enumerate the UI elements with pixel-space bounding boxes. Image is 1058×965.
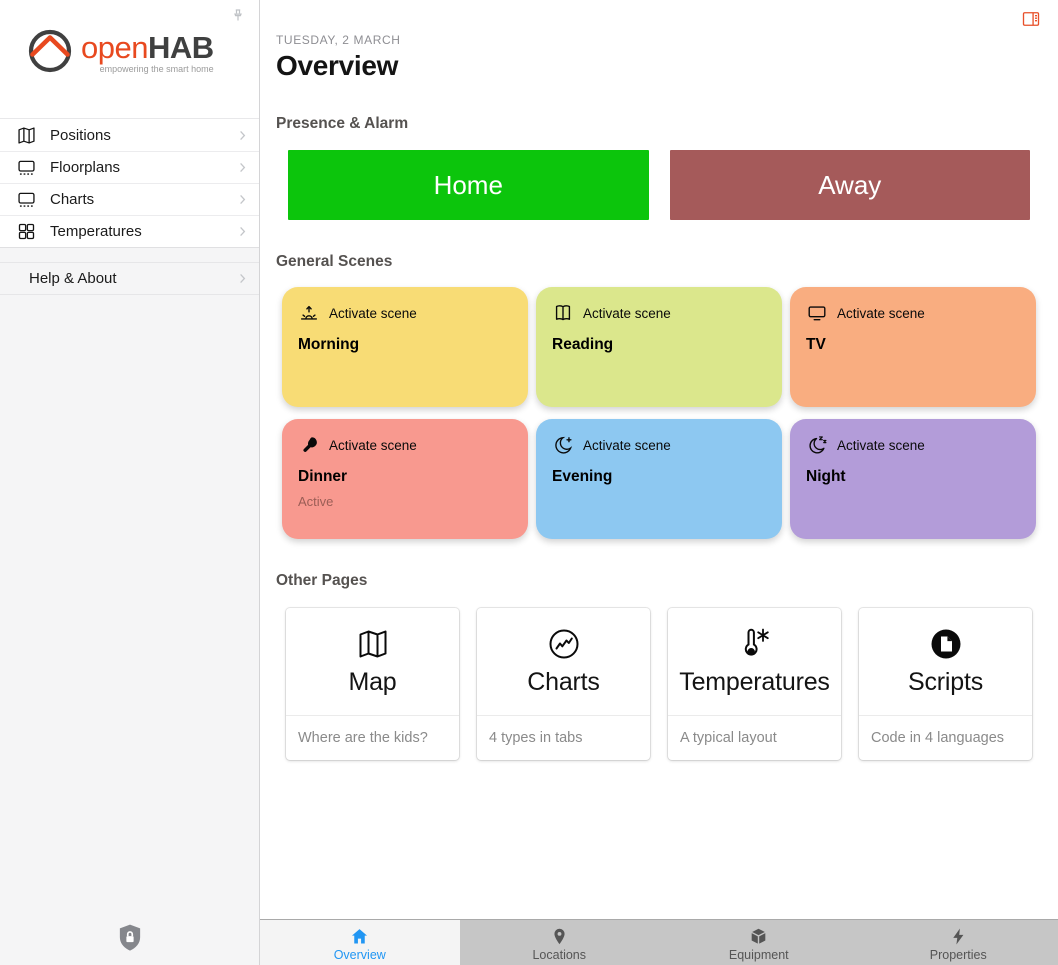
brand-name: openHAB xyxy=(81,30,214,65)
scene-name: Evening xyxy=(552,468,766,486)
chevron-right-icon xyxy=(236,161,249,174)
display-icon xyxy=(16,189,37,210)
page-card-subtitle: Code in 4 languages xyxy=(859,716,1032,760)
page-card-map[interactable]: Map Where are the kids? xyxy=(286,608,459,760)
tab-label: Equipment xyxy=(729,948,789,962)
section-title-scenes: General Scenes xyxy=(276,253,1042,271)
logo-block: openHAB empowering the smart home xyxy=(0,0,259,118)
sidebar-item-positions[interactable]: Positions xyxy=(0,119,259,151)
tab-equipment[interactable]: Equipment xyxy=(659,920,859,965)
tab-overview[interactable]: Overview xyxy=(260,920,460,965)
tab-label: Overview xyxy=(334,948,386,962)
page-title: Overview xyxy=(276,50,1042,82)
page-card-scripts[interactable]: Scripts Code in 4 languages xyxy=(859,608,1032,760)
scene-action-label: Activate scene xyxy=(583,306,671,321)
page-card-title: Map xyxy=(348,668,396,697)
chevron-right-icon xyxy=(236,272,249,285)
page-card-subtitle: A typical layout xyxy=(668,716,841,760)
page-card-title: Temperatures xyxy=(679,668,829,697)
scene-card-morning[interactable]: Activate scene Morning xyxy=(282,287,528,407)
tab-properties[interactable]: Properties xyxy=(859,920,1058,965)
scene-card-tv[interactable]: Activate scene TV xyxy=(790,287,1036,407)
home-button[interactable]: Home xyxy=(288,150,649,220)
header-date: TUESDAY, 2 MARCH xyxy=(276,33,1042,47)
page-card-subtitle: Where are the kids? xyxy=(286,716,459,760)
sidebar-item-label: Help & About xyxy=(29,270,236,287)
openhab-logo: openHAB empowering the smart home xyxy=(0,0,259,79)
presence-button-row: Home Away xyxy=(288,150,1030,220)
scene-status: Active xyxy=(298,494,512,509)
logo-text: openHAB empowering the smart home xyxy=(81,32,214,74)
section-title-other-pages: Other Pages xyxy=(276,572,1042,590)
moon-stars-icon xyxy=(552,434,574,456)
moon-zzz-icon xyxy=(806,434,828,456)
display-icon xyxy=(16,157,37,178)
chevron-right-icon xyxy=(236,129,249,142)
scene-action-label: Activate scene xyxy=(329,306,417,321)
chevron-right-icon xyxy=(236,193,249,206)
scene-name: Dinner xyxy=(298,468,512,486)
sidebar-item-floorplans[interactable]: Floorplans xyxy=(0,151,259,183)
tv-icon xyxy=(806,302,828,324)
sidebar-item-help-about[interactable]: ? Help & About xyxy=(0,262,259,295)
scene-name: Morning xyxy=(298,336,512,354)
scene-name: Night xyxy=(806,468,1020,486)
page-card-title: Scripts xyxy=(908,668,983,697)
right-panel-toggle-icon[interactable] xyxy=(1021,9,1041,26)
chevron-right-icon xyxy=(236,225,249,238)
brand-tagline: empowering the smart home xyxy=(81,64,214,74)
drumstick-icon xyxy=(298,434,320,456)
main-area: TUESDAY, 2 MARCH Overview Presence & Ala… xyxy=(260,0,1058,965)
sidebar-item-charts[interactable]: Charts xyxy=(0,183,259,215)
map-icon xyxy=(16,125,37,146)
away-button[interactable]: Away xyxy=(670,150,1031,220)
chart-circle-icon xyxy=(546,626,582,662)
tab-label: Locations xyxy=(532,948,586,962)
sidebar-menu: Positions Floorplans Charts xyxy=(0,118,259,248)
scene-action-label: Activate scene xyxy=(583,438,671,453)
scene-card-dinner[interactable]: Activate scene Dinner Active xyxy=(282,419,528,539)
page-card-charts[interactable]: Charts 4 types in tabs xyxy=(477,608,650,760)
scene-card-evening[interactable]: Activate scene Evening xyxy=(536,419,782,539)
doc-circle-icon xyxy=(928,626,964,662)
page-card-title: Charts xyxy=(527,668,599,697)
tab-label: Properties xyxy=(930,948,987,962)
sunrise-icon xyxy=(298,302,320,324)
scene-name: Reading xyxy=(552,336,766,354)
shield-lock-icon xyxy=(114,921,146,955)
tab-locations[interactable]: Locations xyxy=(460,920,660,965)
admin-lock[interactable] xyxy=(0,921,259,955)
sidebar-item-label: Positions xyxy=(50,127,236,144)
scene-card-reading[interactable]: Activate scene Reading xyxy=(536,287,782,407)
scene-card-night[interactable]: Activate scene Night xyxy=(790,419,1036,539)
map-icon xyxy=(355,626,391,662)
page-content: TUESDAY, 2 MARCH Overview Presence & Ala… xyxy=(260,0,1058,919)
page-card-temperatures[interactable]: Temperatures A typical layout xyxy=(668,608,841,760)
bottom-tab-bar: Overview Locations Equipment Properties xyxy=(260,919,1058,965)
sidebar: openHAB empowering the smart home Positi… xyxy=(0,0,260,965)
openhab-app: openHAB empowering the smart home Positi… xyxy=(0,0,1058,965)
home-icon xyxy=(349,926,370,947)
scene-name: TV xyxy=(806,336,1020,354)
bolt-icon xyxy=(948,926,969,947)
thermometer-snowflake-icon xyxy=(737,626,773,662)
sidebar-item-label: Charts xyxy=(50,191,236,208)
sidebar-item-label: Floorplans xyxy=(50,159,236,176)
grid-icon xyxy=(16,221,37,242)
page-card-subtitle: 4 types in tabs xyxy=(477,716,650,760)
scene-action-label: Activate scene xyxy=(329,438,417,453)
sidebar-item-temperatures[interactable]: Temperatures xyxy=(0,215,259,247)
cube-box-icon xyxy=(748,926,769,947)
scene-action-label: Activate scene xyxy=(837,438,925,453)
pages-grid: Map Where are the kids? Charts 4 types i… xyxy=(286,608,1032,760)
section-title-presence: Presence & Alarm xyxy=(276,115,1042,133)
location-pin-icon xyxy=(549,926,570,947)
openhab-logo-icon xyxy=(26,26,74,79)
scene-grid: Activate scene Morning Activate scene Re… xyxy=(282,287,1036,539)
sidebar-item-label: Temperatures xyxy=(50,223,236,240)
pin-sidebar-icon[interactable] xyxy=(229,7,247,27)
open-book-icon xyxy=(552,302,574,324)
scene-action-label: Activate scene xyxy=(837,306,925,321)
